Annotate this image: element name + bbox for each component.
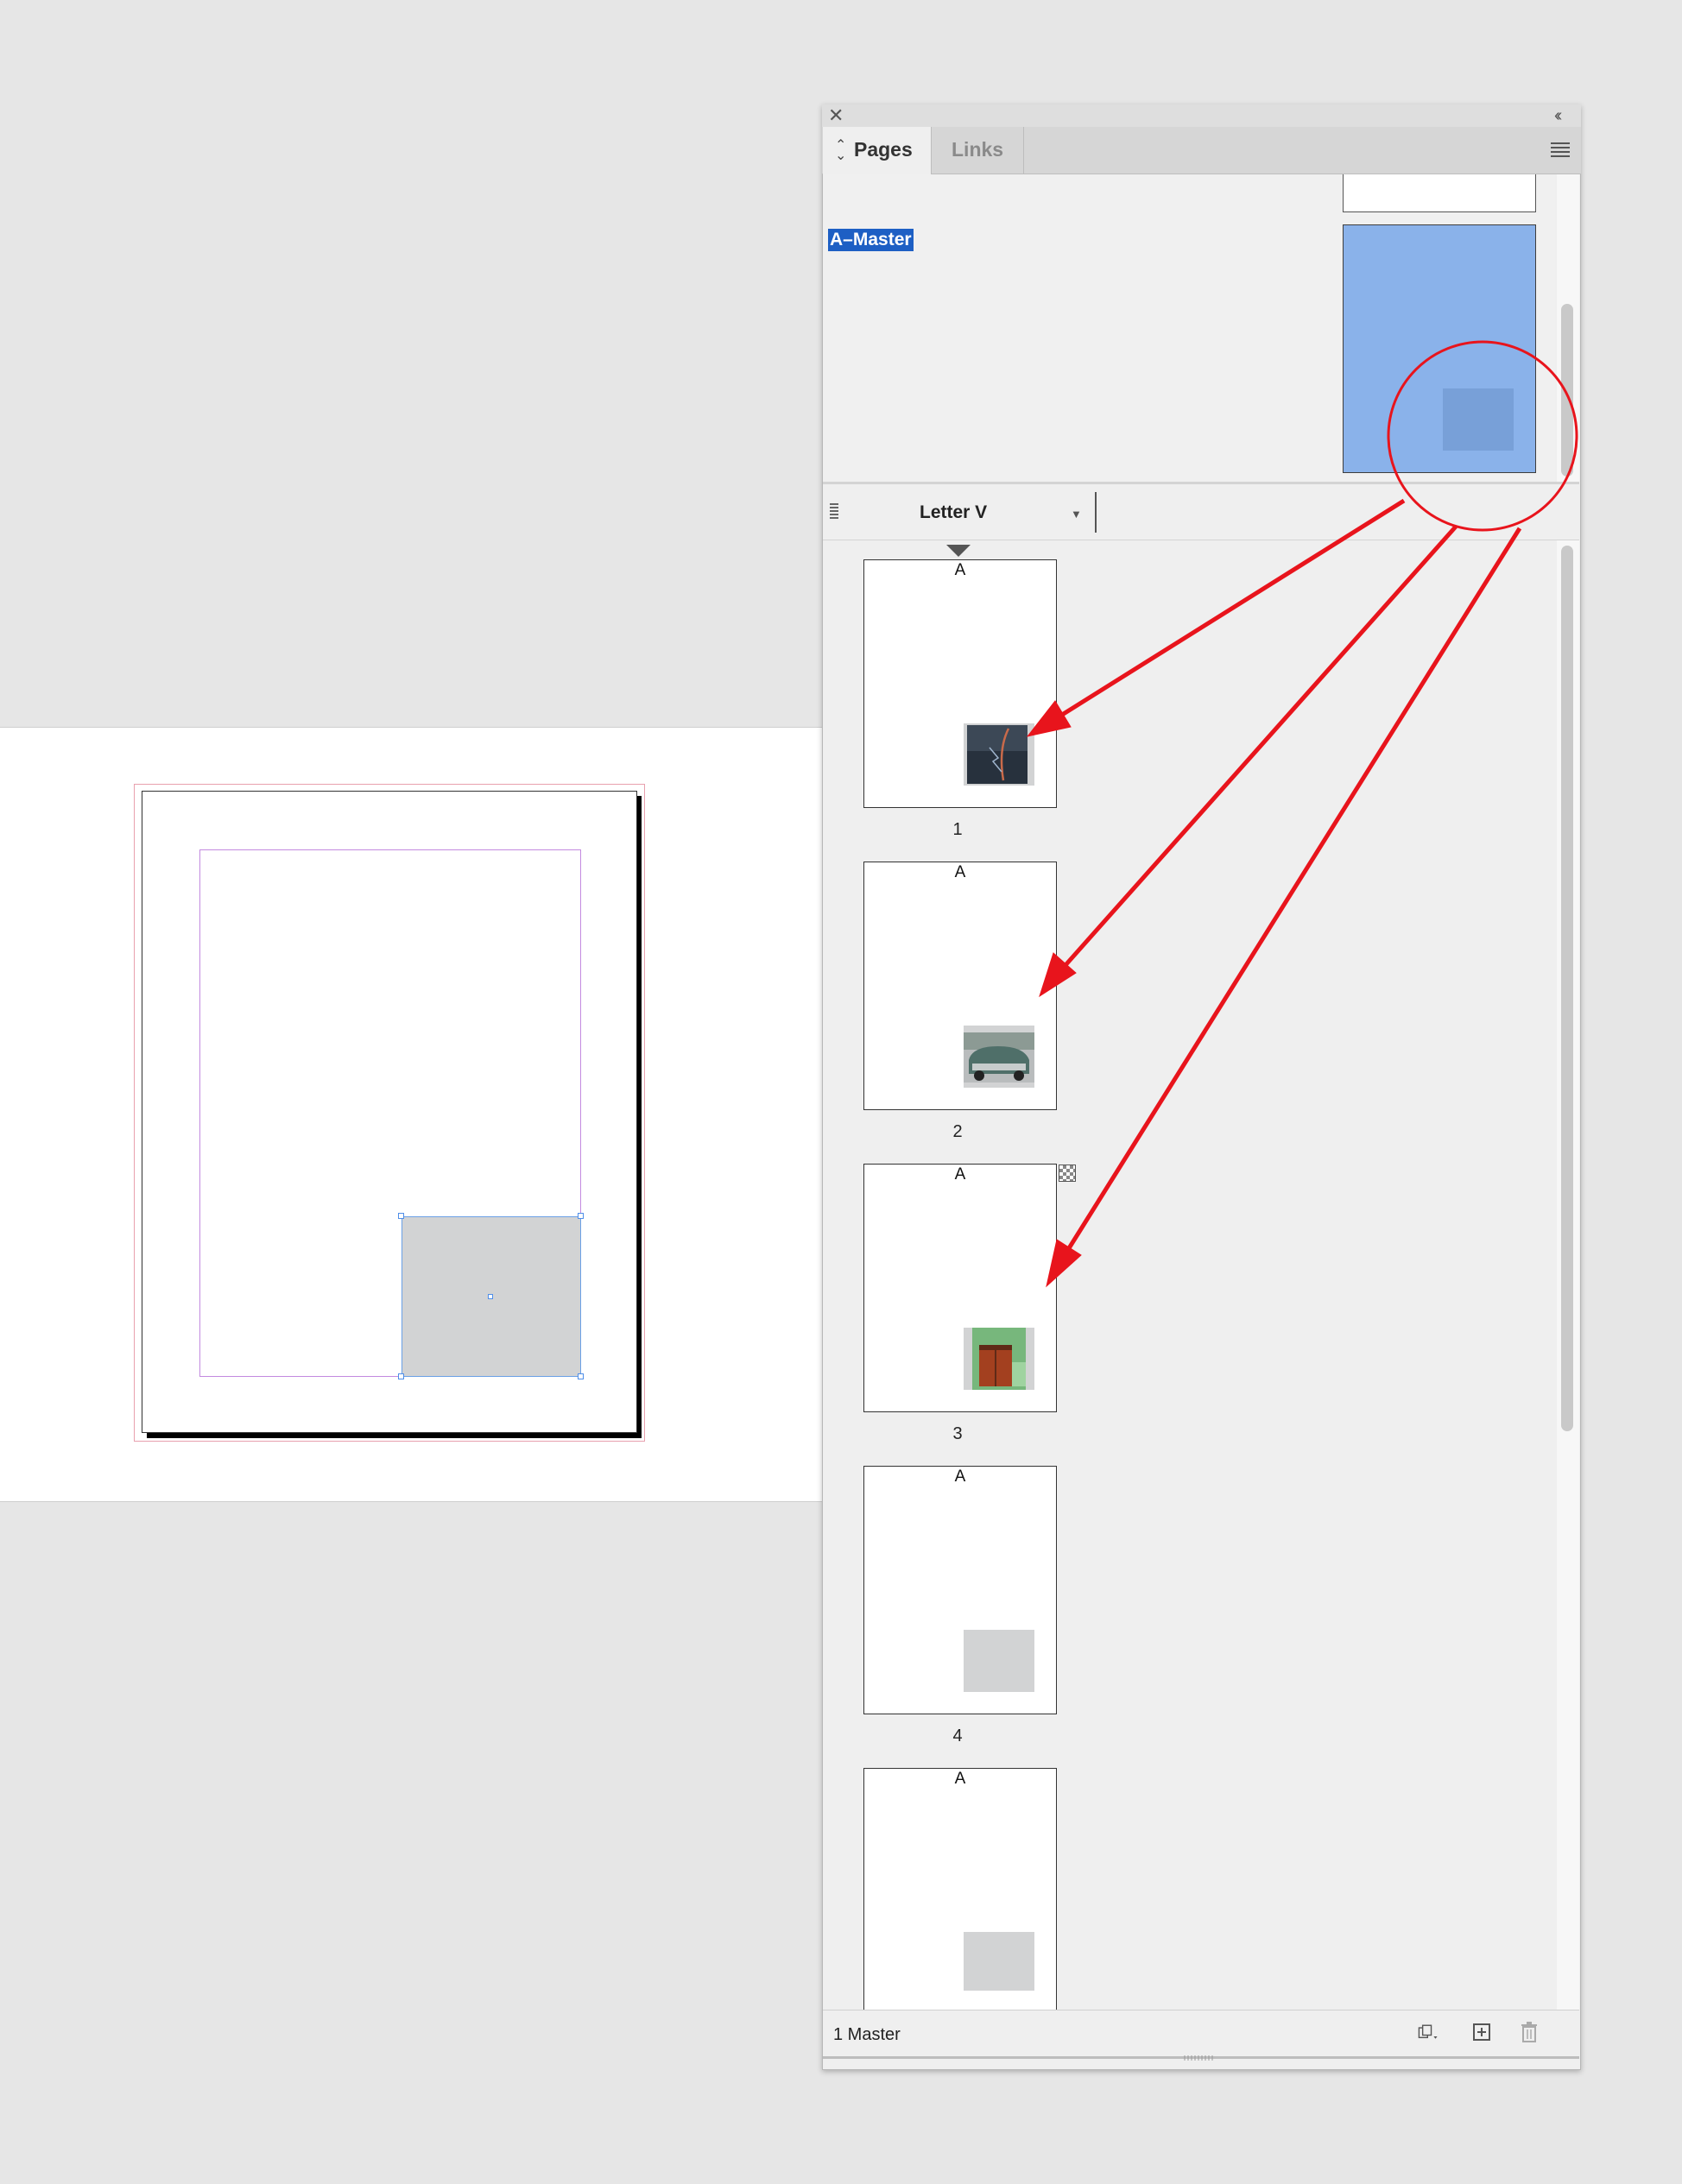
empty-frame-placeholder [964, 1932, 1034, 1991]
page-count-label: 1 Master [833, 2025, 901, 2044]
vintage-car-photo [964, 1026, 1034, 1088]
transparency-icon [1059, 1165, 1076, 1182]
page-size-dropdown[interactable]: Letter V [920, 502, 987, 523]
frame-handle-bottom-right[interactable] [578, 1373, 584, 1379]
master-prefix: A [954, 1165, 966, 1184]
lightning-photo [964, 723, 1034, 786]
tab-links-label[interactable]: Links [952, 138, 1003, 161]
close-icon[interactable]: ✕ [828, 106, 844, 125]
resize-grip-icon[interactable] [1183, 2055, 1217, 2061]
panel-footer [823, 2010, 1579, 2059]
pages-scrollbar-thumb[interactable] [1561, 546, 1573, 1431]
master-prefix: A [954, 1770, 966, 1788]
size-bar-separator [1095, 492, 1097, 533]
create-new-page-icon[interactable] [1473, 2023, 1490, 2041]
master-prefix: A [954, 1468, 966, 1486]
grip-icon[interactable] [830, 503, 838, 521]
up-down-arrows-icon[interactable]: ⌃ ⌄ [835, 139, 846, 163]
trash-icon[interactable] [1520, 2021, 1539, 2043]
panel-menu-icon[interactable] [1551, 142, 1570, 158]
master-name-label[interactable]: A–Master [828, 229, 914, 251]
frame-handle-top-left[interactable] [398, 1213, 404, 1219]
page-number: 1 [952, 820, 963, 839]
tab-pages-label[interactable]: Pages [854, 138, 913, 161]
master-prefix: A [954, 863, 966, 881]
edit-page-size-icon[interactable] [1418, 2022, 1439, 2042]
master-prefix: A [954, 561, 966, 579]
page-number: 4 [952, 1726, 963, 1745]
frame-center-point[interactable] [488, 1294, 493, 1299]
none-master-thumbnail[interactable] [1343, 174, 1536, 212]
chevron-down-icon[interactable]: ▼ [1071, 508, 1082, 521]
current-page-indicator [946, 545, 971, 557]
frame-handle-top-right[interactable] [578, 1213, 584, 1219]
frame-handle-bottom-left[interactable] [398, 1373, 404, 1379]
collapse-icon[interactable]: ‹‹ [1554, 107, 1563, 124]
green-door-photo [964, 1328, 1034, 1390]
page-number: 3 [952, 1424, 963, 1443]
master-frame-placeholder [1443, 388, 1514, 451]
page-number: 2 [952, 1122, 963, 1141]
panel-title-bar[interactable] [822, 104, 1581, 128]
masters-scrollbar-thumb[interactable] [1561, 304, 1573, 477]
empty-frame-placeholder [964, 1630, 1034, 1692]
